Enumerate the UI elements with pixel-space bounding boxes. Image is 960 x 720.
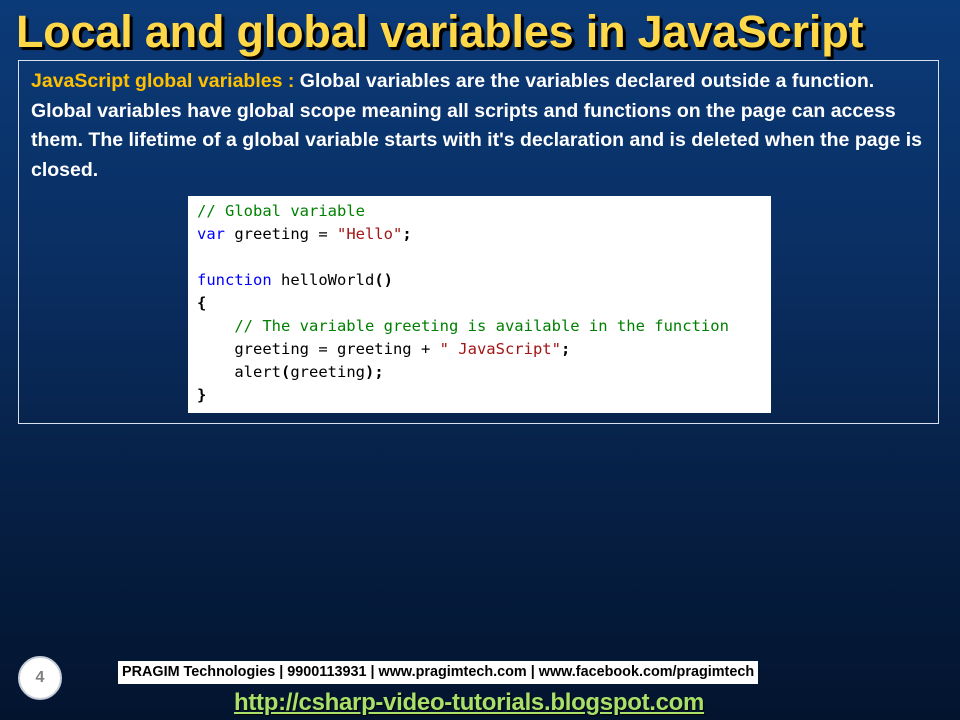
code-line: var greeting = "Hello"; (197, 223, 771, 246)
code-string: "Hello" (336, 225, 403, 243)
code-punct: { (197, 294, 207, 312)
description-lead: JavaScript global variables : (31, 70, 300, 92)
code-line: alert(greeting); (197, 361, 771, 384)
slide-title: Local and global variables in JavaScript (16, 6, 864, 57)
content-box: JavaScript global variables : Global var… (18, 60, 939, 424)
code-line: } (197, 384, 771, 407)
code-comment: // The variable greeting is available in… (234, 317, 729, 335)
code-comment: // Global variable (197, 202, 365, 220)
code-punct: ( (281, 363, 291, 381)
code-punct: ; (374, 363, 384, 381)
code-punct: } (197, 386, 207, 404)
code-line: greeting = greeting + " JavaScript"; (197, 338, 771, 361)
code-keyword: function (197, 271, 272, 289)
code-text: greeting (290, 363, 365, 381)
code-line: // Global variable (197, 200, 771, 223)
code-punct: () (374, 271, 393, 289)
code-text: alert (234, 363, 281, 381)
code-line: // The variable greeting is available in… (197, 315, 771, 338)
code-text: greeting = (225, 225, 337, 243)
page-number: 4 (35, 669, 45, 686)
description-text: JavaScript global variables : Global var… (31, 67, 926, 185)
footer-contact: PRAGIM Technologies | 9900113931 | www.p… (118, 661, 759, 684)
code-punct: ; (560, 340, 571, 358)
code-string: " JavaScript" (439, 340, 561, 358)
code-snippet: // Global variable var greeting = "Hello… (188, 196, 771, 413)
code-text: greeting = greeting + (234, 340, 440, 358)
code-punct: ; (402, 225, 412, 243)
page-number-badge: 4 (18, 656, 62, 700)
code-text: helloWorld (271, 271, 375, 289)
code-punct: ) (365, 363, 375, 381)
blog-link[interactable]: http://csharp-video-tutorials.blogspot.c… (234, 688, 704, 718)
code-line: { (197, 292, 771, 315)
code-keyword: var (197, 225, 225, 243)
code-line: function helloWorld() (197, 269, 771, 292)
